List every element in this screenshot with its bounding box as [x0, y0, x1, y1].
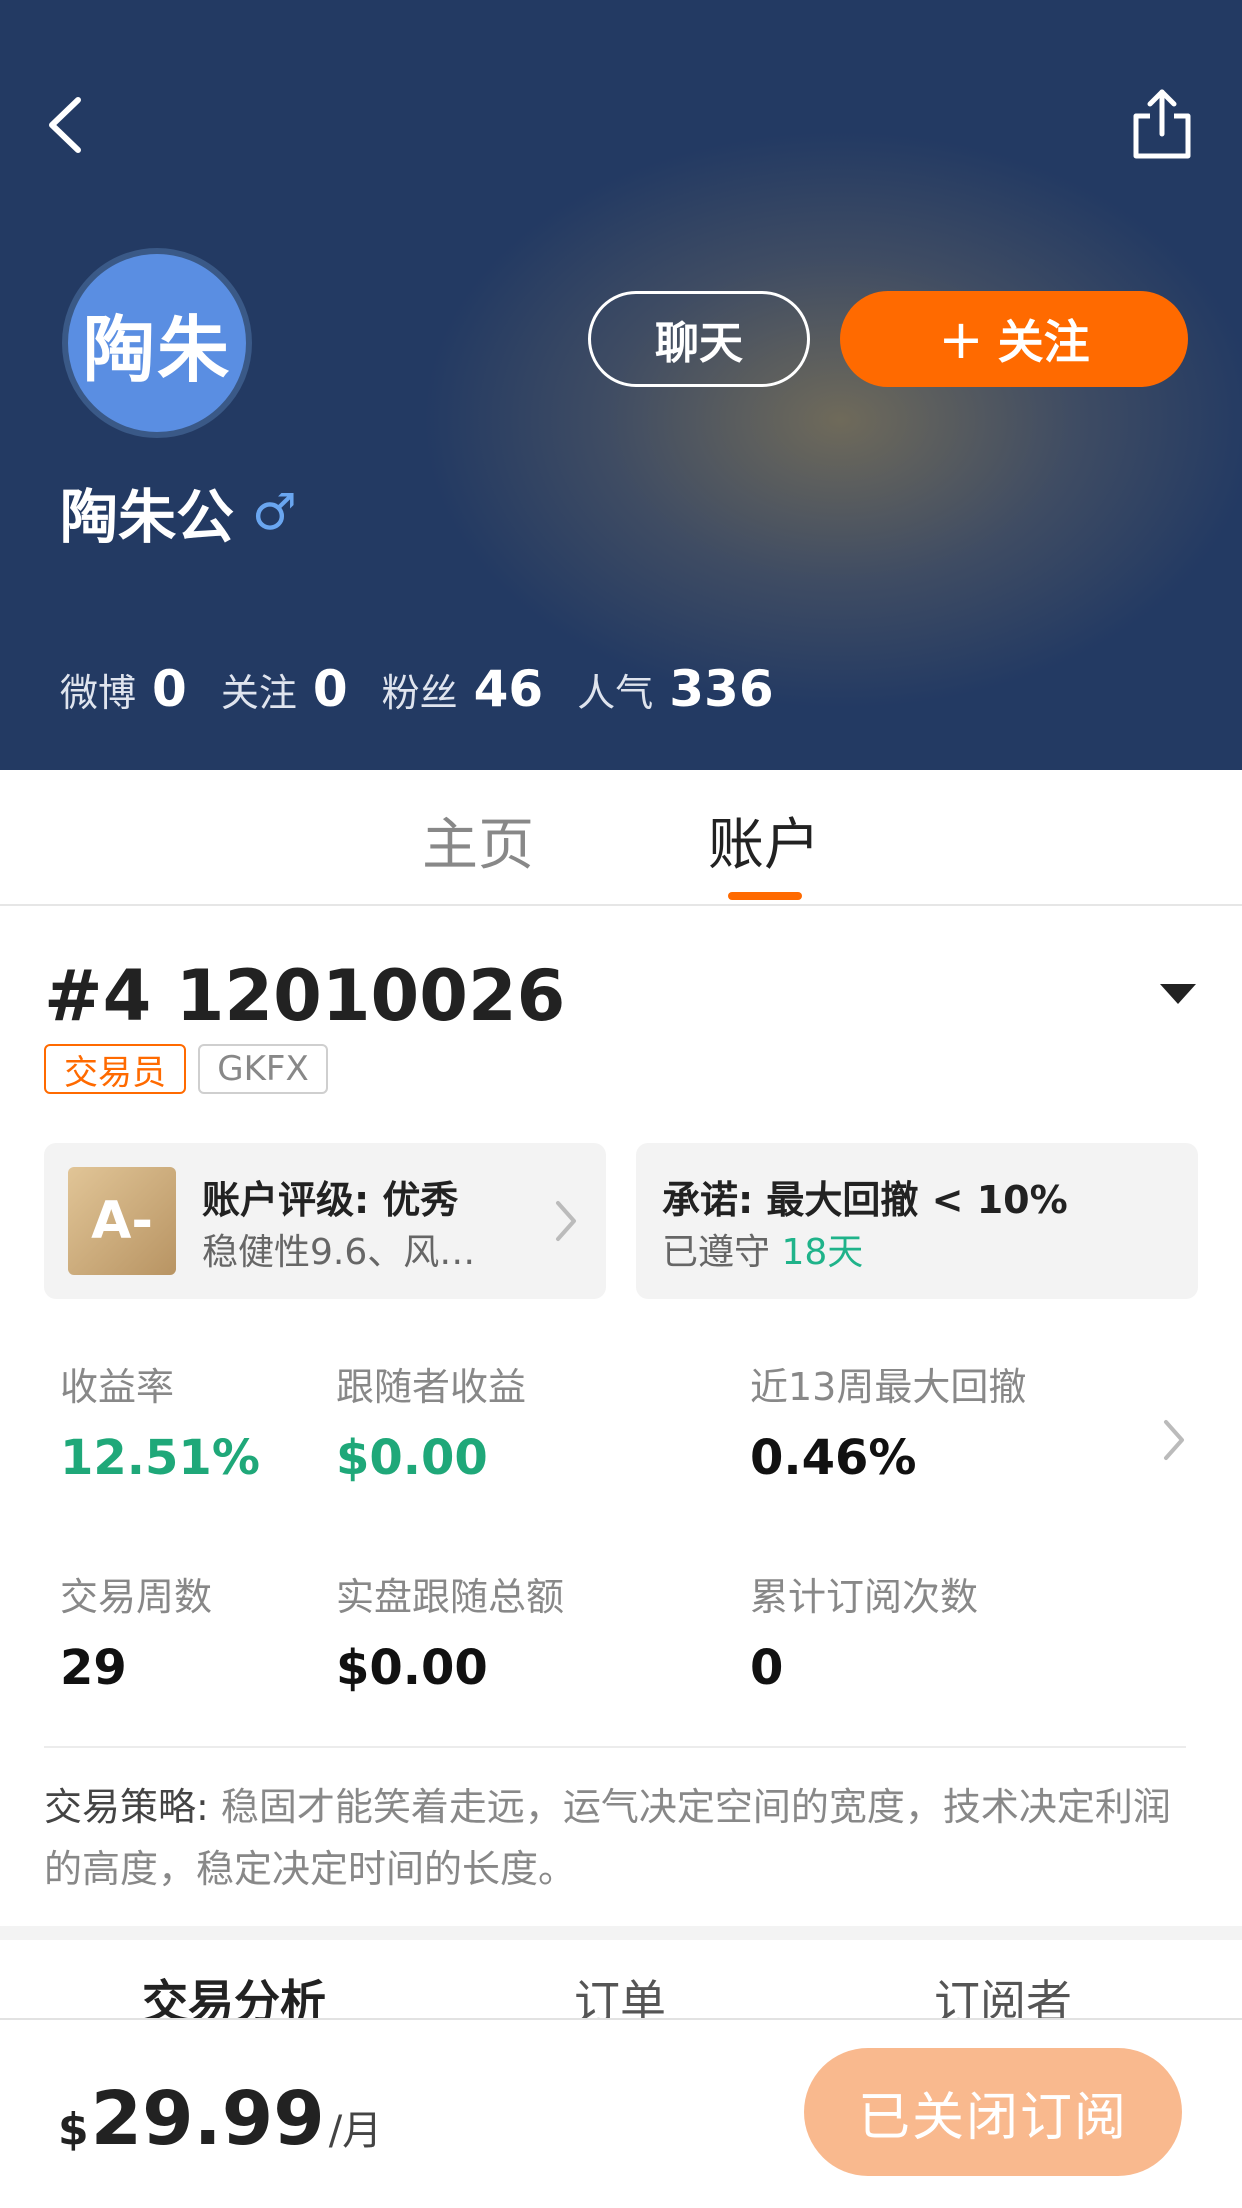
tab-home[interactable]: 主页	[422, 800, 534, 881]
price-amount: 29.99	[90, 2076, 325, 2162]
stat-fans-value[interactable]: 46	[474, 660, 544, 718]
stat-weibo-value[interactable]: 0	[152, 660, 187, 718]
chat-button[interactable]: 聊天	[588, 291, 810, 387]
metric-max-drawdown-value: 0.46%	[750, 1430, 917, 1486]
metric-follower-profit-label: 跟随者收益	[336, 1365, 527, 1409]
stat-fans-label[interactable]: 粉丝	[382, 662, 458, 717]
price-unit: /月	[328, 2108, 383, 2154]
stat-following-label[interactable]: 关注	[221, 662, 297, 717]
stat-following-value[interactable]: 0	[313, 660, 348, 718]
profile-tabs: 主页 账户	[0, 770, 1242, 906]
stat-weibo-label[interactable]: 微博	[60, 662, 136, 717]
price-currency: $	[58, 2104, 89, 2155]
chevron-right-icon	[556, 1201, 576, 1241]
follow-button[interactable]: + 关注	[840, 291, 1188, 387]
trading-strategy: 交易策略: 稳固才能笑着走远，运气决定空间的宽度，技术决定利润的高度，稳定决定时…	[44, 1776, 1194, 1900]
bottom-subscribe-bar: $ 29.99 /月 已关闭订阅	[0, 2018, 1242, 2208]
dropdown-triangle-icon[interactable]	[1160, 984, 1196, 1004]
broker-badge: GKFX	[198, 1044, 328, 1094]
chevron-left-icon	[49, 97, 81, 153]
promise-card: 承诺: 最大回撤 < 10% 已遵守 18天	[636, 1143, 1198, 1299]
user-name: 陶朱公 ♂	[60, 470, 297, 554]
back-button[interactable]	[36, 90, 96, 160]
metric-subscription-count-value: 0	[750, 1640, 784, 1696]
metric-subscription-count-label: 累计订阅次数	[750, 1575, 979, 1619]
metric-live-follow-total-value: $0.00	[336, 1640, 488, 1696]
rating-subtitle: 稳健性9.6、风…	[202, 1232, 476, 1273]
account-rating-card[interactable]: A- 账户评级: 优秀 稳健性9.6、风…	[44, 1143, 606, 1299]
male-icon: ♂	[252, 483, 297, 541]
avatar[interactable]: 陶朱	[62, 248, 252, 438]
active-tab-indicator	[728, 892, 802, 900]
tab-account[interactable]: 账户	[708, 800, 820, 881]
metrics-chevron-right-icon[interactable]	[1156, 1412, 1192, 1468]
share-icon	[1133, 89, 1191, 159]
rating-title: 账户评级: 优秀	[202, 1178, 459, 1222]
user-name-text: 陶朱公	[60, 483, 235, 551]
metric-live-follow-total-label: 实盘跟随总额	[336, 1575, 565, 1619]
metric-max-drawdown-label: 近13周最大回撤	[750, 1365, 1027, 1409]
strategy-text: 稳固才能笑着走远，运气决定空间的宽度，技术决定利润的高度，稳定决定时间的长度。	[44, 1785, 1171, 1891]
metric-trade-weeks-value: 29	[60, 1640, 127, 1696]
stat-popularity-value: 336	[669, 660, 774, 718]
promise-days: 18天	[781, 1232, 864, 1273]
promise-subtitle: 已遵守 18天	[662, 1223, 863, 1275]
section-gap	[0, 1926, 1242, 1940]
plus-icon: +	[938, 307, 984, 371]
metric-follower-profit-value: $0.00	[336, 1430, 488, 1486]
strategy-label: 交易策略:	[44, 1785, 209, 1829]
metric-return-value: 12.51%	[60, 1430, 260, 1486]
share-button[interactable]	[1130, 86, 1194, 162]
profile-stats: 微博 0 关注 0 粉丝 46 人气 336	[60, 660, 808, 718]
trader-badge: 交易员	[44, 1044, 186, 1094]
promise-prefix: 已遵守	[662, 1232, 771, 1273]
section-divider	[44, 1746, 1186, 1748]
account-number: #4 12010026	[44, 955, 566, 1037]
promise-title: 承诺: 最大回撤 < 10%	[662, 1178, 1068, 1222]
follow-label: 关注	[997, 315, 1090, 369]
metric-trade-weeks-label: 交易周数	[60, 1575, 213, 1619]
subscription-closed-button[interactable]: 已关闭订阅	[804, 2048, 1182, 2176]
profile-header: 陶朱 聊天 + 关注 陶朱公 ♂ 微博 0 关注 0 粉丝 46 人气 336	[0, 0, 1242, 770]
stat-popularity-label: 人气	[577, 671, 654, 715]
metric-return-label: 收益率	[60, 1365, 175, 1409]
grade-badge: A-	[68, 1167, 176, 1275]
subscription-price: $ 29.99 /月	[58, 2076, 382, 2162]
